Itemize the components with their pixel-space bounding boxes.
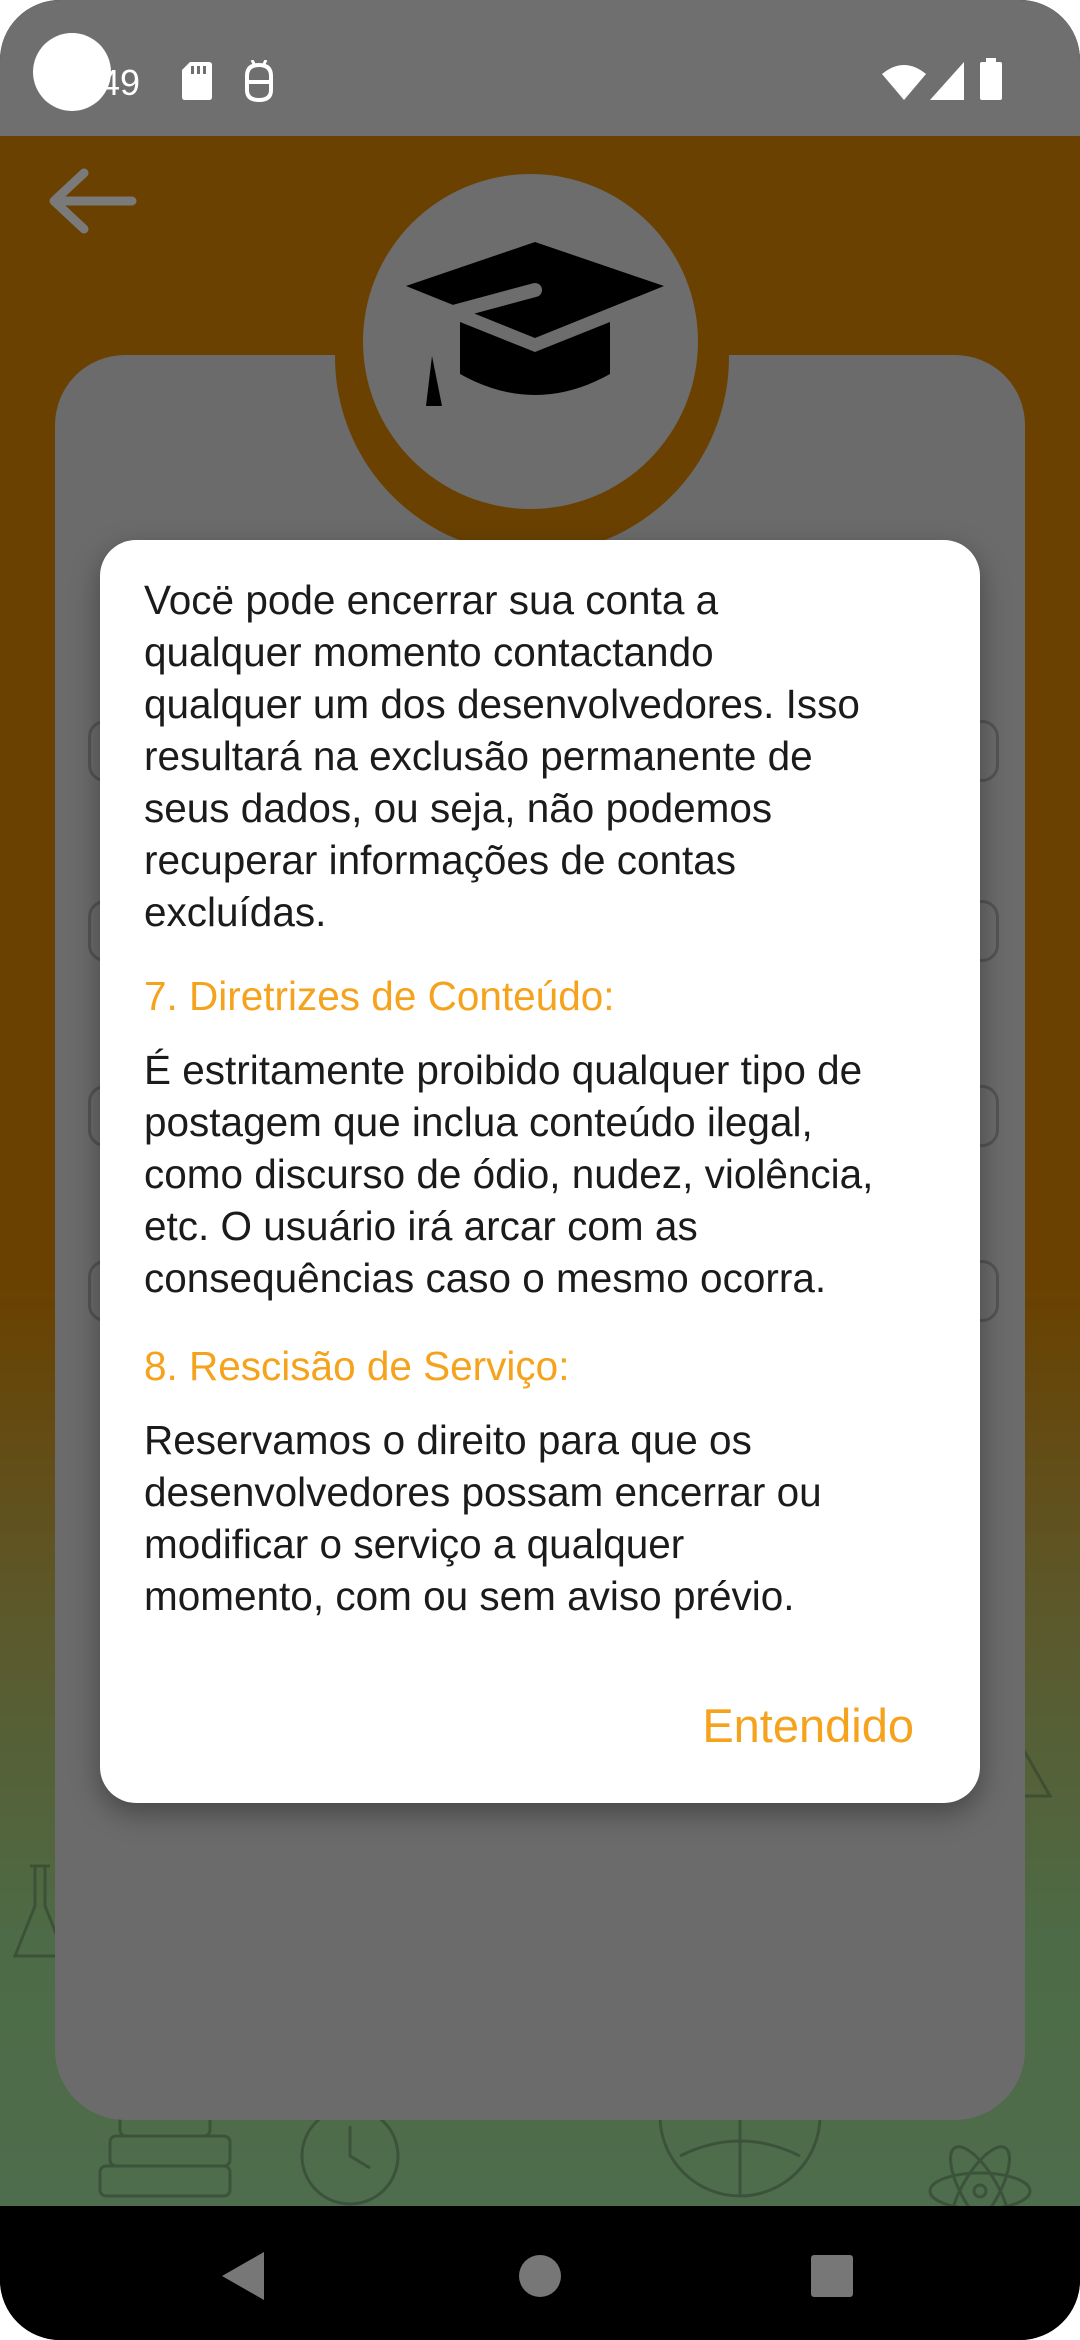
nav-back-icon[interactable] — [222, 2252, 266, 2300]
terms-dialog: Vocë pode encerrar sua conta a qualquer … — [100, 540, 980, 1803]
section-7-heading: 7. Diretrizes de Conteúdo: — [144, 973, 615, 1019]
section-8-heading: 8. Rescisão de Serviço: — [144, 1343, 570, 1389]
nav-recents-icon[interactable] — [810, 2254, 854, 2298]
graduation-cap-icon — [406, 242, 664, 406]
signal-icon — [930, 62, 964, 100]
screen: 49 Vocë pode encerrar sua conta a qualqu… — [0, 0, 1080, 2340]
understood-button[interactable]: Entendido — [702, 1698, 914, 1753]
wifi-icon — [882, 65, 926, 100]
status-bar: 49 — [0, 0, 1080, 136]
back-arrow-icon[interactable] — [40, 155, 140, 255]
service-termination-text: Reservamos o direito para que os desenvo… — [144, 1417, 822, 1619]
android-debug-icon — [245, 60, 273, 102]
navigation-bar — [0, 2206, 1080, 2340]
sd-card-icon — [182, 62, 212, 100]
battery-icon — [980, 58, 1002, 100]
content-guidelines-text: É estritamente proibido qualquer tipo de… — [144, 1047, 874, 1301]
nav-home-icon[interactable] — [518, 2254, 562, 2298]
account-termination-text: Vocë pode encerrar sua conta a qualquer … — [144, 577, 860, 935]
camera-cutout — [33, 33, 111, 111]
